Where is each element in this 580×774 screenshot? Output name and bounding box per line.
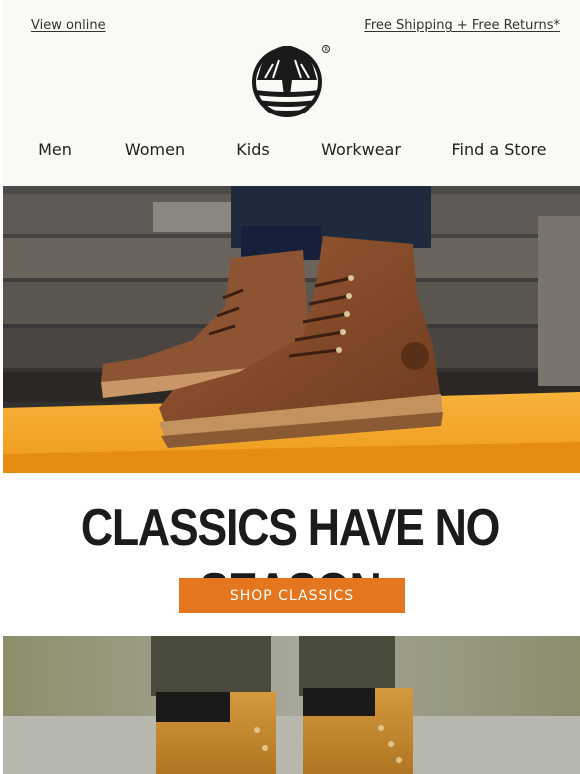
hero-boots-image[interactable]: [3, 186, 580, 473]
nav-item-men[interactable]: Men: [38, 140, 72, 159]
email-container: View online Free Shipping + Free Returns…: [0, 0, 580, 774]
email-header: View online Free Shipping + Free Returns…: [3, 0, 580, 186]
svg-text:R: R: [325, 47, 329, 53]
nav-item-women[interactable]: Women: [125, 140, 185, 159]
free-shipping-link[interactable]: Free Shipping + Free Returns*: [364, 18, 560, 33]
tree-logo-icon[interactable]: R: [251, 38, 331, 120]
nav-item-kids[interactable]: Kids: [236, 140, 269, 159]
view-online-link[interactable]: View online: [31, 18, 106, 33]
nav-item-find-a-store[interactable]: Find a Store: [451, 140, 546, 159]
wheat-boots-image[interactable]: [3, 636, 580, 774]
main-nav: Men Women Kids Workwear Find a Store: [3, 140, 580, 166]
shop-classics-button[interactable]: SHOP CLASSICS: [179, 578, 405, 613]
nav-item-workwear[interactable]: Workwear: [321, 140, 401, 159]
